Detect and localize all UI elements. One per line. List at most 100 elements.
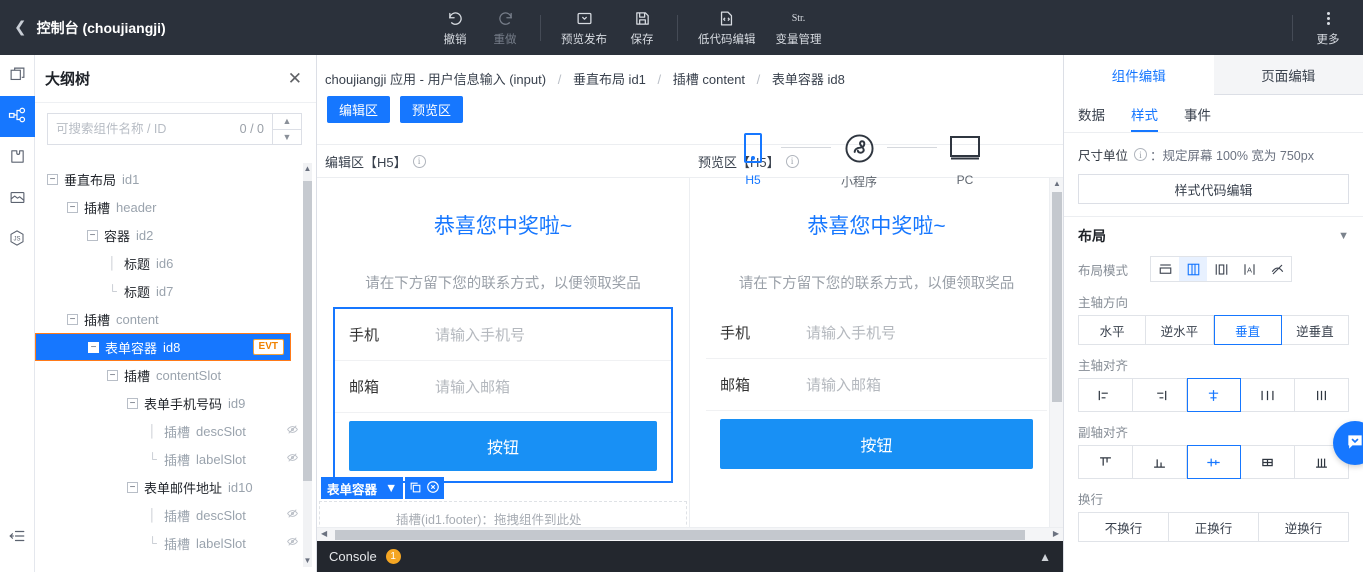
layout-section-header[interactable]: 布局 ▼ xyxy=(1064,216,1363,254)
chevron-up-icon[interactable]: ▲ xyxy=(1039,550,1051,564)
rail-item-assets[interactable] xyxy=(0,178,35,219)
tree-item-id2[interactable]: − 容器 id2 xyxy=(35,221,317,249)
breadcrumb-item-2[interactable]: 插槽 content xyxy=(673,72,745,87)
tree-item-id10[interactable]: − 表单邮件地址 id10 xyxy=(35,473,317,501)
justify-end-icon[interactable] xyxy=(1132,378,1187,412)
scroll-up-icon[interactable]: ▲ xyxy=(303,163,312,175)
back-icon[interactable]: ❮ xyxy=(14,20,27,35)
scroll-down-icon[interactable]: ▼ xyxy=(303,555,312,567)
tree-toggle-icon[interactable]: − xyxy=(87,229,98,241)
style-code-editor-button[interactable]: 样式代码编辑 xyxy=(1078,174,1349,204)
hidden-eye-icon[interactable] xyxy=(286,423,299,439)
justify-between-icon[interactable] xyxy=(1241,378,1296,412)
chevron-down-icon[interactable]: ▼ xyxy=(385,481,397,495)
align-baseline-icon[interactable] xyxy=(1241,445,1296,479)
main-axis-horizontal[interactable]: 水平 xyxy=(1078,315,1147,345)
rail-item-pages[interactable] xyxy=(0,55,35,96)
none-icon[interactable] xyxy=(1263,257,1291,281)
outline-scroll-thumb[interactable] xyxy=(303,181,312,481)
block-icon[interactable] xyxy=(1151,257,1179,281)
wrap-nowrap[interactable]: 不换行 xyxy=(1078,512,1169,542)
tree-toggle-icon[interactable]: − xyxy=(47,173,58,185)
horizontal-scroll-thumb[interactable] xyxy=(335,530,1025,540)
tree-item-labelSlot[interactable]: └ 插槽 labelSlot xyxy=(35,529,317,557)
selection-component-name[interactable]: 表单容器 ▼ xyxy=(321,477,404,499)
tree-item-labelSlot[interactable]: └ 插槽 labelSlot xyxy=(35,445,317,473)
preview-scroll-thumb[interactable] xyxy=(1052,192,1062,402)
preview-publish-button[interactable]: 预览发布 xyxy=(551,0,617,55)
tree-item-contentSlot[interactable]: − 插槽 contentSlot xyxy=(35,361,317,389)
tab-component-edit[interactable]: 组件编辑 xyxy=(1064,55,1214,95)
tree-toggle-icon[interactable]: − xyxy=(88,341,99,353)
hidden-eye-icon[interactable] xyxy=(286,507,299,523)
rail-item-js[interactable]: JS xyxy=(0,219,35,260)
breadcrumb-root[interactable]: choujiangji 应用 - 用户信息输入 (input) xyxy=(325,72,546,87)
main-axis-vertical-reverse[interactable]: 逆垂直 xyxy=(1281,315,1349,345)
undo-button[interactable]: 撤销 xyxy=(430,0,480,55)
delete-circle-icon[interactable] xyxy=(426,480,440,496)
wrap-wrap-reverse[interactable]: 逆换行 xyxy=(1259,512,1349,542)
tree-toggle-icon[interactable]: − xyxy=(67,201,78,213)
rail-item-collapse[interactable] xyxy=(0,517,35,558)
tree-toggle-icon[interactable]: − xyxy=(127,397,138,409)
hidden-eye-icon[interactable] xyxy=(286,535,299,551)
sub-tab-data[interactable]: 数据 xyxy=(1078,95,1105,132)
inline-flex-icon[interactable] xyxy=(1207,257,1235,281)
breadcrumb-item-3[interactable]: 表单容器 id8 xyxy=(772,72,845,87)
tree-item-descSlot[interactable]: │ 插槽 descSlot xyxy=(35,501,317,529)
low-code-editor-button[interactable]: 低代码编辑 xyxy=(688,0,766,55)
variable-manager-button[interactable]: Str. 变量管理 xyxy=(766,0,832,55)
sub-tab-style[interactable]: 样式 xyxy=(1131,95,1158,132)
preview-form-row-email[interactable]: 邮箱 请输入邮箱 xyxy=(706,359,1047,411)
tree-item-id8[interactable]: − 表单容器 id8 EVT xyxy=(35,333,291,361)
justify-center-icon[interactable] xyxy=(1186,378,1242,412)
tree-toggle-icon[interactable]: − xyxy=(127,481,138,493)
breadcrumb-item-1[interactable]: 垂直布局 id1 xyxy=(573,72,646,87)
info-icon[interactable]: i xyxy=(412,154,426,168)
tab-page-edit[interactable]: 页面编辑 xyxy=(1213,55,1363,95)
scroll-left-icon[interactable]: ◀ xyxy=(321,529,327,538)
form-row-email[interactable]: 邮箱 请输入邮箱 xyxy=(335,361,671,413)
form-submit-button[interactable]: 按钮 xyxy=(349,421,657,471)
main-axis-vertical[interactable]: 垂直 xyxy=(1213,315,1282,345)
more-button[interactable]: 更多 xyxy=(1303,0,1353,55)
preview-area-button[interactable]: 预览区 xyxy=(400,96,464,123)
tree-item-content[interactable]: − 插槽 content xyxy=(35,305,317,333)
tree-toggle-icon[interactable]: − xyxy=(67,313,78,325)
redo-button[interactable]: 重做 xyxy=(480,0,530,55)
outline-scrollbar[interactable]: ▲ ▼ xyxy=(303,163,312,567)
tree-item-id7[interactable]: └ 标题 id7 xyxy=(35,277,317,305)
scroll-up-icon[interactable]: ▲ xyxy=(1050,179,1064,188)
chevron-down-icon[interactable]: ▼ xyxy=(1338,230,1349,242)
main-axis-horizontal-reverse[interactable]: 逆水平 xyxy=(1146,315,1214,345)
align-start-icon[interactable] xyxy=(1078,445,1133,479)
tree-item-id6[interactable]: │ 标题 id6 xyxy=(35,249,317,277)
rail-item-components[interactable] xyxy=(0,137,35,178)
sub-tab-event[interactable]: 事件 xyxy=(1184,95,1211,132)
justify-around-icon[interactable] xyxy=(1295,378,1349,412)
console-bar[interactable]: Console 1 ▲ xyxy=(317,541,1063,572)
justify-start-icon[interactable] xyxy=(1078,378,1133,412)
scroll-right-icon[interactable]: ▶ xyxy=(1053,529,1059,538)
tree-item-id1[interactable]: − 垂直布局 id1 xyxy=(35,165,317,193)
hidden-eye-icon[interactable] xyxy=(286,451,299,467)
align-end-icon[interactable] xyxy=(1132,445,1187,479)
search-next-button[interactable]: ▼ xyxy=(273,130,301,145)
align-center-icon[interactable] xyxy=(1186,445,1242,479)
inline-icon[interactable]: A xyxy=(1235,257,1263,281)
save-button[interactable]: 保存 xyxy=(617,0,667,55)
search-input[interactable] xyxy=(56,122,236,136)
preview-form-row-phone[interactable]: 手机 请输入手机号 xyxy=(706,307,1047,359)
form-row-phone[interactable]: 手机 请输入手机号 xyxy=(335,309,671,361)
search-prev-button[interactable]: ▲ xyxy=(273,114,301,130)
tree-item-id9[interactable]: − 表单手机号码 id9 xyxy=(35,389,317,417)
preview-form-submit-button[interactable]: 按钮 xyxy=(720,419,1033,469)
canvas-horizontal-scrollbar[interactable]: ◀ ▶ xyxy=(317,527,1063,541)
wrap-wrap[interactable]: 正换行 xyxy=(1169,512,1259,542)
flex-icon[interactable] xyxy=(1179,257,1207,281)
info-icon[interactable]: i xyxy=(1134,148,1148,161)
tree-toggle-icon[interactable]: − xyxy=(107,369,118,381)
rail-item-outline-tree[interactable] xyxy=(0,96,35,137)
tree-item-descSlot[interactable]: │ 插槽 descSlot xyxy=(35,417,317,445)
edit-area-button[interactable]: 编辑区 xyxy=(327,96,391,123)
